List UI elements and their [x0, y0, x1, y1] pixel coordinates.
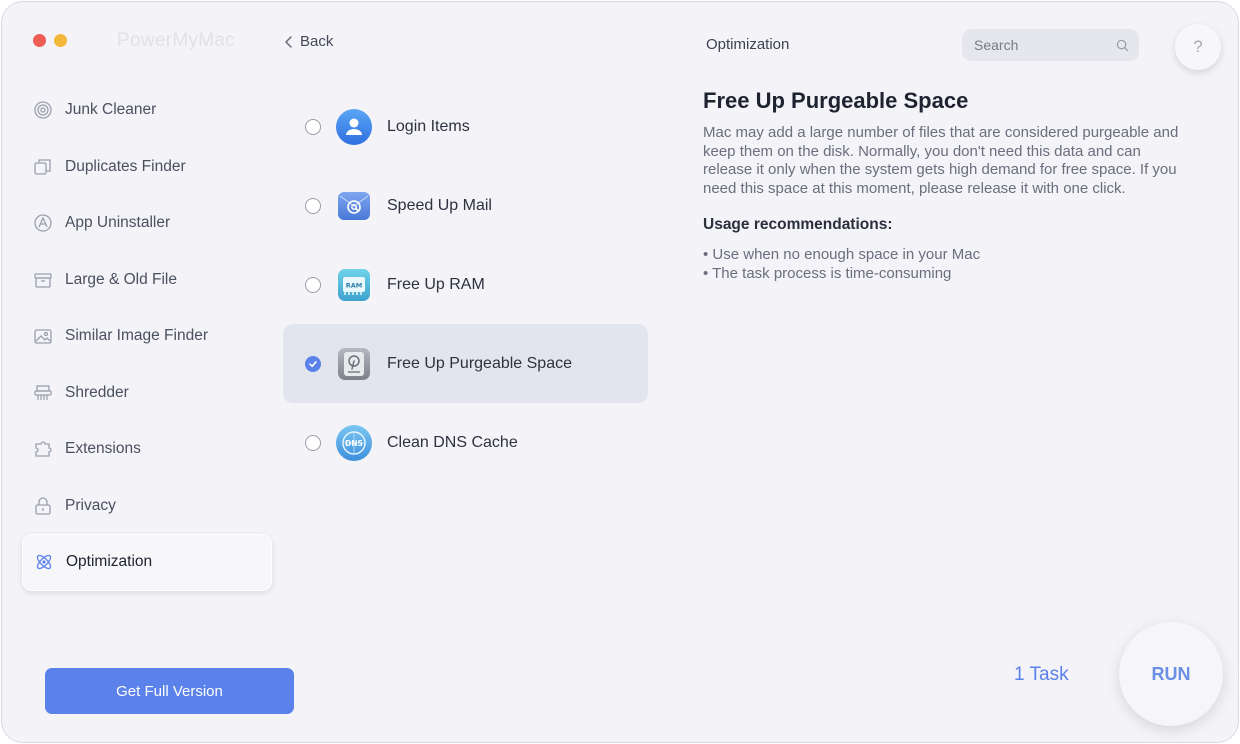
close-window-button[interactable] [33, 34, 46, 47]
sidebar-item-shredder[interactable]: Shredder [22, 365, 272, 422]
task-checkbox[interactable] [305, 197, 321, 214]
list-item-login-items[interactable]: Login Items [283, 87, 648, 166]
details-panel: Free Up Purgeable Space Mac may add a la… [703, 88, 1183, 283]
list-item-label: Login Items [387, 117, 470, 135]
list-item-free-up-purgeable-space[interactable]: Free Up Purgeable Space [283, 324, 648, 403]
optimization-task-list: Login Items Speed Up Mail RAM Free Up RA… [283, 87, 648, 482]
lock-icon [33, 496, 53, 516]
user-icon [335, 108, 373, 146]
extensions-icon [33, 439, 53, 459]
list-item-label: Speed Up Mail [387, 196, 492, 214]
sidebar-item-label: Optimization [66, 553, 153, 571]
sidebar-item-large-old-file[interactable]: Large & Old File [22, 252, 272, 309]
sidebar-item-label: Extensions [65, 440, 141, 458]
search-input[interactable] [974, 37, 1104, 53]
sidebar-item-label: Large & Old File [65, 270, 177, 288]
image-icon [33, 326, 53, 346]
sidebar-item-label: Privacy [65, 496, 116, 514]
junk-cleaner-icon [33, 100, 53, 120]
disk-icon [335, 345, 373, 383]
sidebar-item-junk-cleaner[interactable]: Junk Cleaner [22, 82, 272, 139]
search-box[interactable] [962, 29, 1139, 61]
minimize-window-button[interactable] [54, 34, 67, 47]
sidebar-item-label: App Uninstaller [65, 214, 171, 232]
usage-list: • Use when no enough space in your Mac •… [703, 246, 1183, 283]
task-checkbox[interactable] [305, 355, 321, 372]
details-title: Free Up Purgeable Space [703, 88, 969, 113]
list-item-free-up-ram[interactable]: RAM Free Up RAM [283, 245, 648, 324]
get-full-version-button[interactable]: Get Full Version [45, 668, 294, 714]
sidebar-item-label: Similar Image Finder [65, 327, 208, 345]
large-old-file-icon [33, 270, 53, 290]
sidebar-item-app-uninstaller[interactable]: App Uninstaller [22, 195, 272, 252]
ram-icon: RAM [335, 266, 373, 304]
sidebar-item-optimization[interactable]: Optimization [22, 534, 272, 591]
page-title: Optimization [706, 36, 790, 53]
sidebar: Junk Cleaner Duplicates Finder App Unins… [22, 82, 272, 591]
help-label: ? [1193, 37, 1203, 56]
sidebar-item-label: Shredder [65, 383, 129, 401]
list-item-speed-up-mail[interactable]: Speed Up Mail [283, 166, 648, 245]
dns-icon: DNS [335, 424, 373, 462]
sidebar-item-similar-image-finder[interactable]: Similar Image Finder [22, 308, 272, 365]
window-controls [33, 34, 67, 47]
sidebar-item-extensions[interactable]: Extensions [22, 421, 272, 478]
list-item-label: Free Up RAM [387, 275, 485, 293]
usage-item: • The task process is time-consuming [703, 264, 952, 282]
sidebar-item-label: Duplicates Finder [65, 157, 186, 175]
back-button[interactable]: Back [284, 33, 333, 50]
app-window: PowerMyMac Back Optimization ? Junk Clea… [1, 1, 1239, 743]
help-button[interactable]: ? [1175, 24, 1221, 70]
sidebar-item-duplicates-finder[interactable]: Duplicates Finder [22, 139, 272, 196]
task-checkbox[interactable] [305, 118, 321, 135]
usage-heading: Usage recommendations: [703, 216, 893, 233]
app-uninstaller-icon [33, 213, 53, 233]
ram-icon-text: RAM [346, 281, 363, 289]
details-description: Mac may add a large number of files that… [703, 124, 1179, 197]
list-item-label: Free Up Purgeable Space [387, 354, 572, 372]
list-item-label: Clean DNS Cache [387, 433, 518, 451]
usage-item: • Use when no enough space in your Mac [703, 246, 981, 263]
back-label: Back [300, 33, 334, 50]
chevron-left-icon [285, 35, 292, 48]
checkmark-icon [309, 360, 317, 367]
task-checkbox[interactable] [305, 434, 321, 451]
app-title: PowerMyMac [117, 30, 236, 51]
sidebar-item-label: Junk Cleaner [65, 101, 157, 119]
task-count[interactable]: 1 Task [1014, 664, 1069, 686]
list-item-clean-dns-cache[interactable]: DNS Clean DNS Cache [283, 403, 648, 482]
optimization-icon [34, 552, 54, 572]
duplicates-icon [33, 157, 53, 177]
dns-icon-text: DNS [345, 439, 363, 448]
sidebar-item-privacy[interactable]: Privacy [22, 478, 272, 535]
shredder-icon [33, 383, 53, 403]
run-button[interactable]: RUN [1119, 622, 1223, 726]
task-checkbox[interactable] [305, 276, 321, 293]
search-icon [1116, 39, 1129, 51]
mail-at-icon [335, 187, 373, 225]
